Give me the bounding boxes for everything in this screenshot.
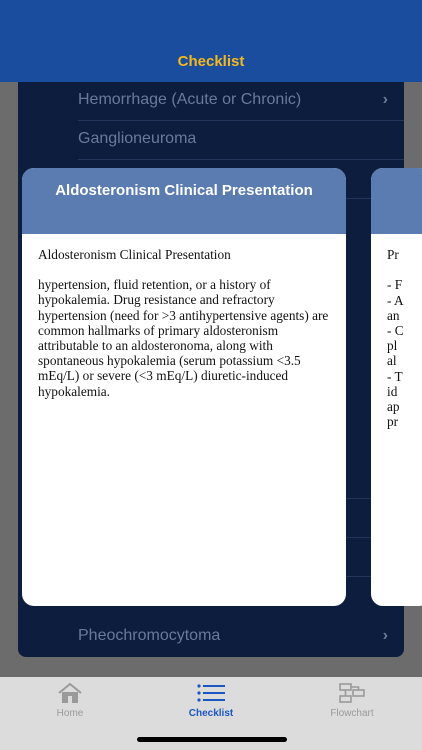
card-text-line: al bbox=[387, 353, 397, 369]
info-card[interactable]: Aldosteronism Clinical Presentation Aldo… bbox=[22, 168, 346, 606]
tab-label: Home bbox=[56, 708, 84, 719]
card-text-line bbox=[387, 262, 422, 277]
list-item-label: Hemorrhage (Acute or Chronic) bbox=[78, 91, 302, 108]
tab-label: Flowchart bbox=[330, 708, 374, 719]
card-body: Pr - F - A an - C pl al - T id ap pr bbox=[387, 247, 422, 429]
tab-label: Checklist bbox=[188, 708, 234, 719]
card-text-line: - F bbox=[387, 277, 403, 293]
card-title: Aldosteronism Clinical Presentation bbox=[55, 182, 313, 199]
chevron-right-icon: › bbox=[382, 627, 388, 644]
card-body: Aldosteronism Clinical Presentation hype… bbox=[38, 247, 332, 414]
nav-header: Checklist bbox=[0, 0, 422, 82]
next-info-card[interactable]: Pr - F - A an - C pl al - T id ap pr bbox=[371, 168, 422, 606]
card-text: hypertension, fluid retention, or a hist… bbox=[38, 277, 329, 399]
card-text-line: - C bbox=[387, 323, 404, 338]
tab-flowchart[interactable]: Flowchart bbox=[282, 677, 422, 727]
page-title: Checklist bbox=[177, 53, 245, 70]
home-indicator[interactable] bbox=[137, 737, 287, 742]
list-item-hemorrhage[interactable]: Hemorrhage (Acute or Chronic) › bbox=[78, 82, 404, 121]
card-text-line: - T bbox=[387, 368, 403, 384]
card-header bbox=[371, 168, 422, 234]
chevron-right-icon: › bbox=[382, 91, 388, 108]
card-text-line: pr bbox=[387, 414, 399, 430]
card-text-line: pl bbox=[387, 338, 398, 354]
tab-checklist[interactable]: Checklist bbox=[141, 677, 281, 727]
card-text-line: an bbox=[387, 307, 400, 323]
card-text-line: id bbox=[387, 383, 398, 399]
list-item-pheochromocytoma[interactable]: Pheochromocytoma › bbox=[78, 618, 404, 657]
card-header: Aldosteronism Clinical Presentation bbox=[22, 168, 346, 234]
tab-home[interactable]: Home bbox=[0, 677, 140, 727]
card-heading: Aldosteronism Clinical Presentation bbox=[38, 247, 231, 262]
card-text-line: Pr bbox=[387, 247, 399, 262]
card-text-line: - A bbox=[387, 292, 404, 308]
house-icon bbox=[58, 682, 82, 703]
list-item-label: Ganglioneuroma bbox=[78, 130, 197, 147]
card-text-line: ap bbox=[387, 399, 400, 415]
flowchart-icon bbox=[339, 683, 365, 703]
list-item-label: Pheochromocytoma bbox=[78, 627, 221, 644]
list-item-ganglioneuroma[interactable]: Ganglioneuroma bbox=[78, 121, 404, 160]
list-icon bbox=[197, 684, 225, 702]
